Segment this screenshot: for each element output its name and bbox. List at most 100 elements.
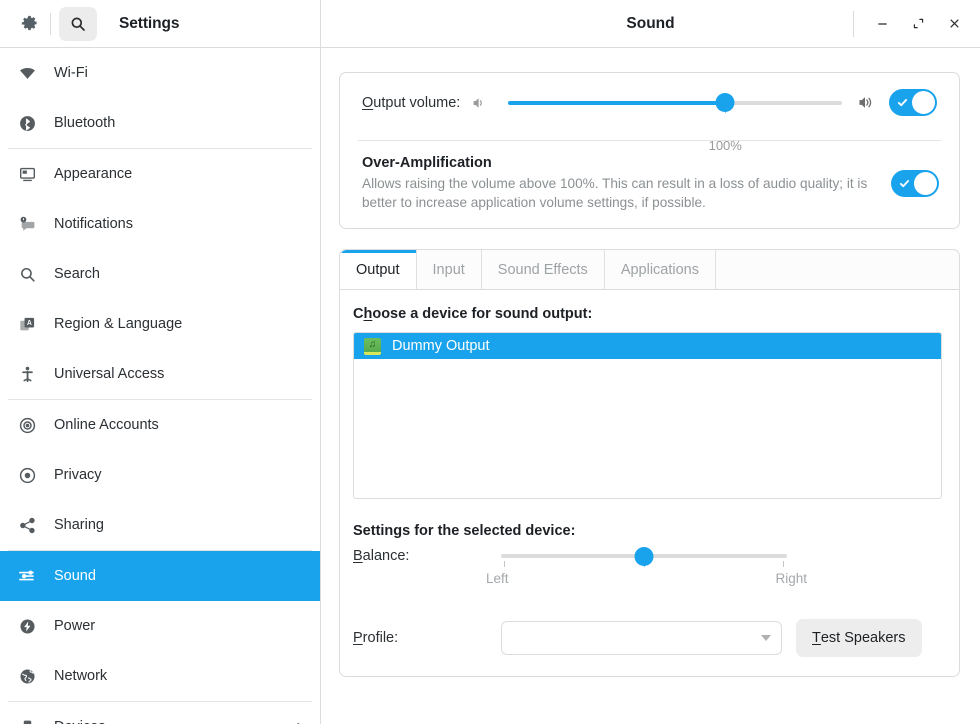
region-language-icon: A xyxy=(14,316,40,333)
audio-card-icon: ♫ xyxy=(364,338,381,355)
window-body: Wi-Fi Bluetooth Appearance xyxy=(0,48,980,724)
sidebar-item-label: Online Accounts xyxy=(54,417,159,433)
tab-bar-filler xyxy=(716,250,959,289)
sidebar-item-sharing[interactable]: Sharing xyxy=(0,500,320,550)
sidebar-item-label: Sound xyxy=(54,568,96,584)
universal-access-icon xyxy=(14,366,40,383)
output-device-list[interactable]: ♫ Dummy Output xyxy=(353,332,942,499)
header-left-section: Settings xyxy=(0,0,321,47)
sidebar-item-label: Devices xyxy=(54,719,106,724)
tab-output[interactable]: Output xyxy=(340,250,417,290)
sidebar-item-notifications[interactable]: Notifications xyxy=(0,199,320,249)
output-volume-value: 100% xyxy=(709,138,742,153)
sidebar-item-label: Sharing xyxy=(54,517,104,533)
toggle-knob xyxy=(912,91,935,114)
tab-bar[interactable]: Output Input Sound Effects Applications xyxy=(340,250,959,290)
over-amplification-title: Over-Amplification xyxy=(362,155,875,171)
sidebar-item-online-accounts[interactable]: Online Accounts xyxy=(0,400,320,450)
profile-select[interactable] xyxy=(501,621,782,655)
sidebar-item-label: Appearance xyxy=(54,166,132,182)
balance-row: Balance: Left Right xyxy=(353,547,942,589)
slider-handle[interactable] xyxy=(716,93,735,112)
window-controls xyxy=(853,0,972,47)
sidebar-item-devices[interactable]: Devices xyxy=(0,702,320,724)
balance-tick-right xyxy=(783,561,784,567)
over-amplification-toggle[interactable] xyxy=(891,170,939,197)
balance-slider[interactable] xyxy=(501,547,787,565)
sidebar-item-appearance[interactable]: Appearance xyxy=(0,149,320,199)
sidebar[interactable]: Wi-Fi Bluetooth Appearance xyxy=(0,48,321,724)
header-divider xyxy=(50,13,51,35)
close-button[interactable] xyxy=(936,6,972,42)
output-volume-label: Output volume: xyxy=(362,95,460,111)
choose-device-prefix: C xyxy=(353,306,363,322)
header-bar: Settings Sound xyxy=(0,0,980,48)
sidebar-item-search[interactable]: Search xyxy=(0,249,320,299)
output-volume-slider[interactable]: 100% xyxy=(508,94,842,112)
minimize-button[interactable] xyxy=(864,6,900,42)
power-icon xyxy=(14,618,40,635)
test-speakers-label-rest: est Speakers xyxy=(821,630,906,646)
sidebar-item-privacy[interactable]: Privacy xyxy=(0,450,320,500)
output-mute-toggle[interactable] xyxy=(889,89,937,116)
search-icon[interactable] xyxy=(59,7,97,41)
profile-label: Profile: xyxy=(353,630,501,646)
sidebar-item-label: Network xyxy=(54,668,107,684)
devices-icon xyxy=(14,719,40,724)
online-accounts-icon xyxy=(14,417,40,434)
sidebar-item-wifi[interactable]: Wi-Fi xyxy=(0,48,320,98)
sidebar-item-power[interactable]: Power xyxy=(0,601,320,651)
window-controls-divider xyxy=(853,11,854,37)
sidebar-item-bluetooth[interactable]: Bluetooth xyxy=(0,98,320,148)
network-icon xyxy=(14,668,40,685)
sidebar-item-label: Notifications xyxy=(54,216,133,232)
sidebar-item-label: Region & Language xyxy=(54,316,182,332)
list-item[interactable]: ♫ Dummy Output xyxy=(354,333,941,359)
toggle-knob xyxy=(914,172,937,195)
chevron-down-icon xyxy=(761,635,771,641)
balance-mnemonic: B xyxy=(353,548,363,564)
notifications-icon xyxy=(14,216,40,233)
tab-sound-effects[interactable]: Sound Effects xyxy=(482,250,605,289)
tab-input[interactable]: Input xyxy=(417,250,482,289)
volume-card: Output volume: 100% xyxy=(339,72,960,229)
sidebar-item-label: Wi-Fi xyxy=(54,65,88,81)
app-title: Settings xyxy=(119,15,179,33)
choose-device-rest: oose a device for sound output: xyxy=(372,306,592,322)
privacy-icon xyxy=(14,467,40,484)
test-speakers-mnemonic: T xyxy=(812,630,821,646)
over-amplification-description: Allows raising the volume above 100%. Th… xyxy=(362,174,872,212)
balance-label: Balance: xyxy=(353,547,501,564)
slider-fill xyxy=(508,101,725,105)
sidebar-item-universal-access[interactable]: Universal Access xyxy=(0,349,320,399)
test-speakers-button[interactable]: Test Speakers xyxy=(796,619,922,657)
balance-label-rest: alance: xyxy=(363,548,410,564)
sidebar-item-sound[interactable]: Sound xyxy=(0,551,320,601)
sharing-icon xyxy=(14,517,40,534)
wifi-icon xyxy=(14,65,40,82)
maximize-button[interactable] xyxy=(900,6,936,42)
sound-icon xyxy=(14,567,40,585)
sidebar-item-region-language[interactable]: A Region & Language xyxy=(0,299,320,349)
choose-device-mnemonic: h xyxy=(363,306,372,322)
profile-row: Profile: Test Speakers xyxy=(353,619,942,657)
balance-handle[interactable] xyxy=(635,547,654,566)
output-volume-mnemonic: O xyxy=(362,95,373,111)
gear-icon[interactable] xyxy=(12,7,46,41)
profile-mnemonic: P xyxy=(353,630,363,646)
sidebar-item-label: Privacy xyxy=(54,467,102,483)
output-tab-panel: Choose a device for sound output: ♫ Dumm… xyxy=(340,290,959,676)
balance-tick-left xyxy=(504,561,505,567)
sound-panel: Output volume: 100% xyxy=(321,48,980,724)
tab-applications[interactable]: Applications xyxy=(605,250,716,289)
settings-window: Settings Sound xyxy=(0,0,980,724)
sidebar-item-network[interactable]: Network xyxy=(0,651,320,701)
svg-text:A: A xyxy=(26,320,31,327)
appearance-icon xyxy=(14,166,40,183)
bluetooth-icon xyxy=(14,115,40,132)
device-label: Dummy Output xyxy=(392,338,490,354)
sidebar-item-label: Bluetooth xyxy=(54,115,115,131)
volume-low-icon xyxy=(472,95,488,111)
sidebar-item-label: Search xyxy=(54,266,100,282)
sidebar-item-label: Power xyxy=(54,618,95,634)
